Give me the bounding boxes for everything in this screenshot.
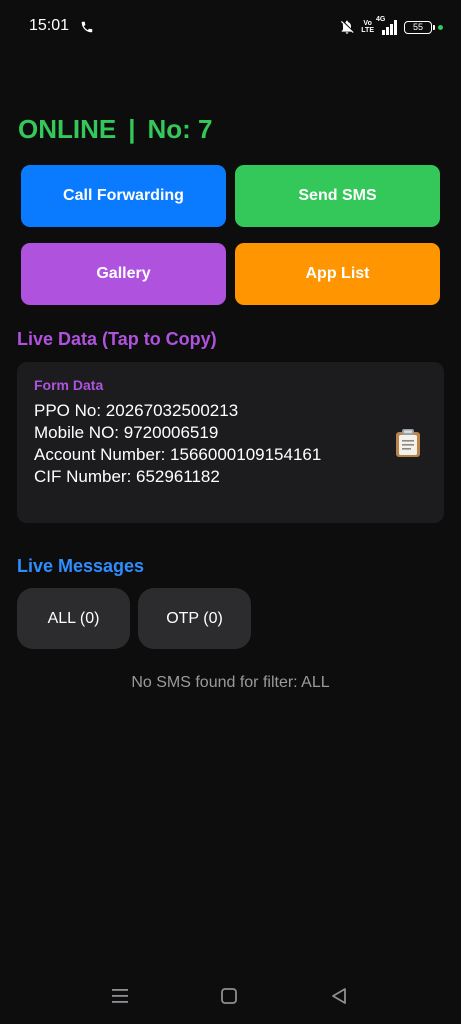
device-number: No: 7 — [147, 114, 213, 144]
form-data-lines: PPO No: 20267032500213 Mobile NO: 972000… — [34, 400, 321, 488]
empty-messages-text: No SMS found for filter: ALL — [131, 674, 330, 691]
filter-all-chip[interactable]: ALL (0) — [17, 588, 130, 649]
phone-icon — [81, 21, 93, 33]
app-list-button[interactable]: App List — [235, 243, 440, 305]
live-data-title: Live Data (Tap to Copy) — [17, 329, 217, 349]
filter-otp-chip[interactable]: OTP (0) — [138, 588, 251, 649]
cif-number: CIF Number: 652961182 — [34, 467, 220, 486]
ppo-number: PPO No: 20267032500213 — [34, 401, 239, 420]
form-data-card[interactable]: Form Data PPO No: 20267032500213 Mobile … — [17, 362, 444, 523]
bell-off-icon — [341, 20, 354, 34]
header-separator: | — [128, 114, 136, 144]
mobile-number: Mobile NO: 9720006519 — [34, 423, 219, 442]
status-icons: Vo LTE 4G 55 — [339, 16, 443, 37]
menu-lines-icon[interactable] — [108, 984, 132, 1008]
square-home-icon[interactable] — [217, 984, 241, 1008]
clipboard-icon[interactable] — [394, 428, 422, 458]
gallery-button[interactable]: Gallery — [21, 243, 226, 305]
form-data-label: Form Data — [34, 377, 104, 393]
online-status: ONLINE — [18, 114, 117, 144]
call-forwarding-button[interactable]: Call Forwarding — [21, 165, 226, 227]
signal-bars-icon: 4G — [376, 16, 398, 35]
status-time: 15:01 — [29, 17, 70, 34]
battery-level: 55 — [412, 21, 423, 32]
privacy-dot — [438, 24, 443, 30]
account-number: Account Number: 1566000109154161 — [34, 445, 322, 464]
live-messages-title: Live Messages — [17, 556, 145, 576]
volte-indicator: Vo LTE — [361, 20, 374, 34]
battery-icon: 55 — [404, 20, 435, 34]
navigation-bar — [0, 972, 461, 1020]
send-sms-button[interactable]: Send SMS — [235, 165, 440, 227]
connection-status: ONLINE | No: 7 — [18, 114, 213, 145]
status-bar: 15:01 Vo LTE 4G 55 — [0, 0, 461, 54]
triangle-back-icon[interactable] — [327, 984, 351, 1008]
